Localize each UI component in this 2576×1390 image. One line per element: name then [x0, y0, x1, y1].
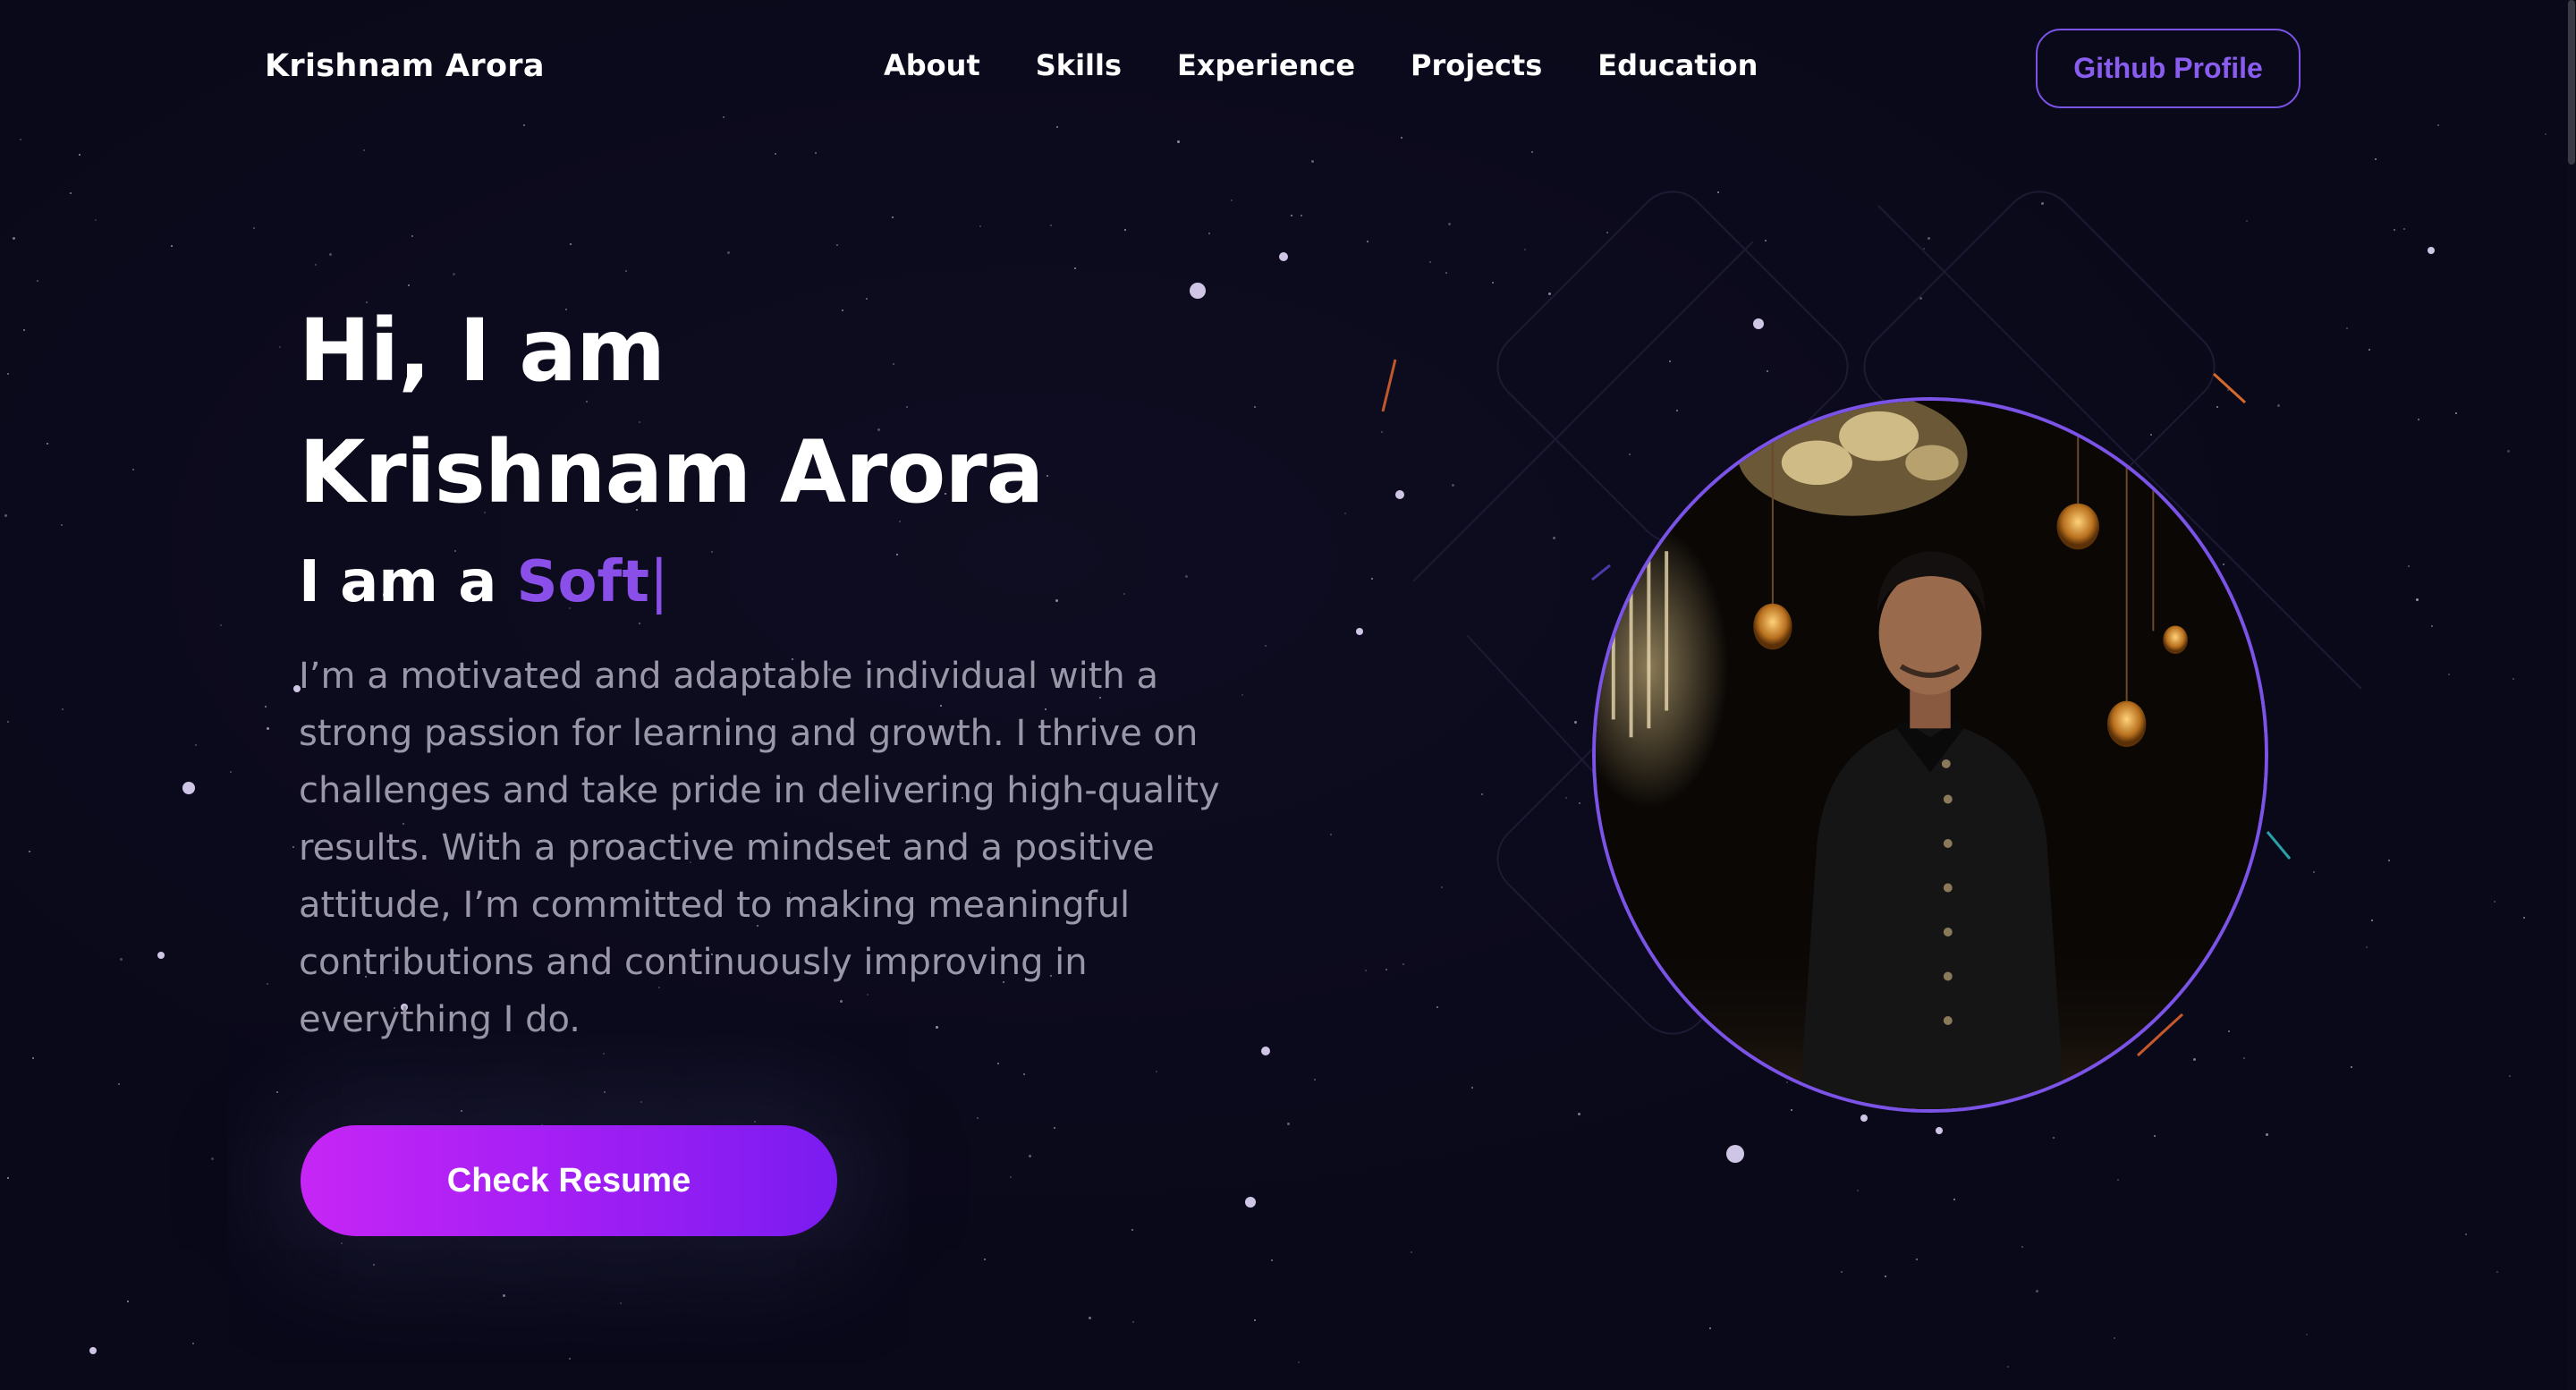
top-navbar: Krishnam Arora About Skills Experience P… — [0, 0, 2567, 140]
page: Krishnam Arora About Skills Experience P… — [0, 0, 2576, 1390]
github-profile-button[interactable]: Github Profile — [2036, 29, 2301, 108]
typed-role-line: I am a Soft| — [299, 549, 669, 615]
nav-links: About Skills Experience Projects Educati… — [884, 48, 1813, 82]
nav-link-projects[interactable]: Projects — [1411, 48, 1542, 82]
bio-paragraph: I’m a motivated and adaptable individual… — [299, 656, 1220, 1040]
scrollbar-thumb[interactable] — [2568, 0, 2575, 165]
hero-title: Hi, I am Krishnam Arora — [299, 290, 1044, 533]
brand-name[interactable]: Krishnam Arora — [265, 48, 545, 84]
hero-name: Krishnam Arora — [299, 422, 1044, 522]
typing-cursor: | — [648, 549, 669, 615]
page-scrollbar[interactable] — [2567, 0, 2576, 1390]
nav-link-about[interactable]: About — [884, 48, 980, 82]
nav-link-education[interactable]: Education — [1597, 48, 1758, 82]
role-prefix: I am a — [299, 549, 497, 615]
nav-link-experience[interactable]: Experience — [1177, 48, 1355, 82]
profile-illustration — [1596, 401, 2265, 1109]
check-resume-button[interactable]: Check Resume — [301, 1125, 837, 1236]
nav-link-skills[interactable]: Skills — [1036, 48, 1122, 82]
profile-photo — [1592, 397, 2268, 1113]
typed-role-word: Soft — [516, 549, 649, 615]
hero-greeting: Hi, I am — [299, 301, 665, 401]
